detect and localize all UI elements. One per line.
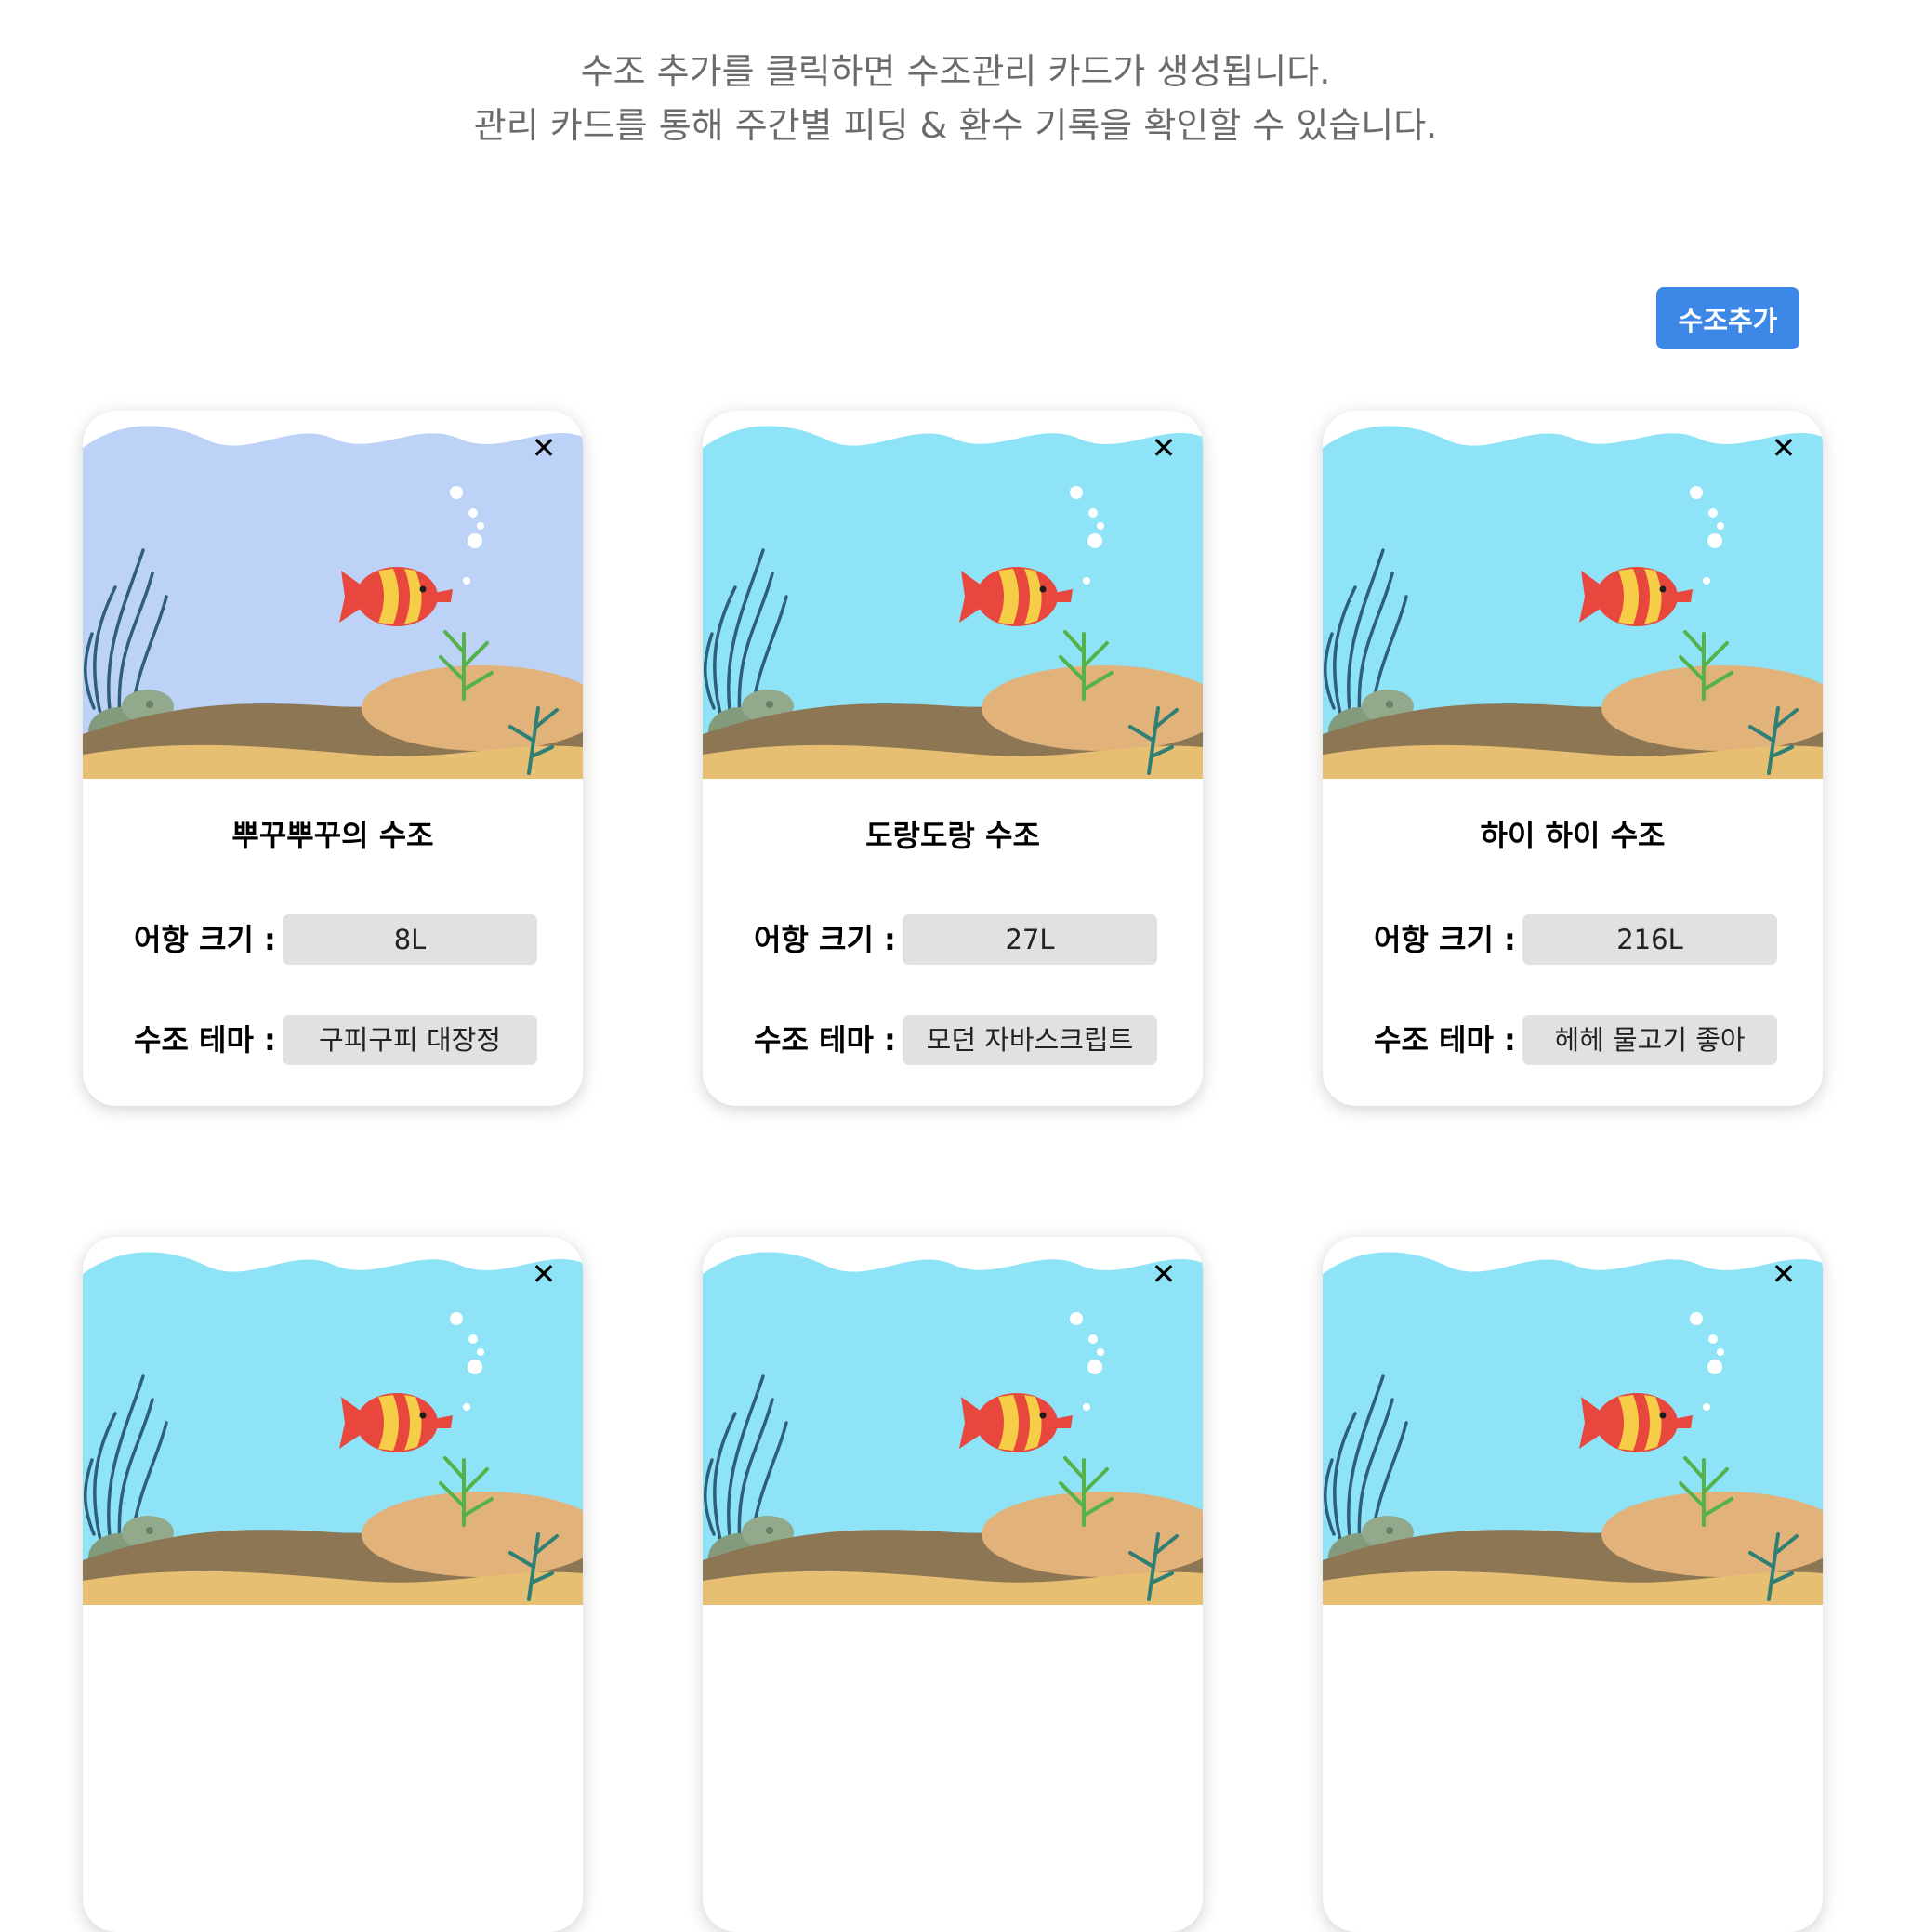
add-aquarium-button[interactable]: 수조추가 [1656,287,1799,349]
aquarium-card: ✕ 하이 하이 수조 어항 크기 : 216L 수조 테마 : 헤헤 물고기 좋… [1323,411,1823,1106]
aquarium-image [703,1237,1203,1605]
intro-line-2: 관리 카드를 통해 주간별 피딩 & 환수 기록을 확인할 수 있습니다. [473,105,1438,146]
aquarium-image [1323,411,1823,779]
aquarium-image [83,411,583,779]
close-icon[interactable]: ✕ [1145,429,1182,467]
card-title: 뿌꾸뿌꾸의 수조 [231,818,434,853]
theme-value: 구피구피 대장정 [283,1015,537,1065]
size-value: 216L [1522,914,1777,965]
size-label: 어항 크기 : [1374,922,1516,957]
size-label: 어항 크기 : [134,922,276,957]
intro-text: 수조 추가를 클릭하면 수조관리 카드가 생성됩니다. 관리 카드를 통해 주간… [0,45,1911,152]
aquarium-card: ✕ [1323,1237,1823,1932]
theme-value: 모던 자바스크립트 [903,1015,1157,1065]
aquarium-image [1323,1237,1823,1605]
theme-label: 수조 테마 : [1374,1022,1516,1058]
theme-label: 수조 테마 : [134,1022,276,1058]
size-value: 27L [903,914,1157,965]
close-icon[interactable]: ✕ [525,1255,562,1293]
aquarium-card: ✕ [703,1237,1203,1932]
aquarium-card: ✕ 도랑도랑 수조 어항 크기 : 27L 수조 테마 : 모던 자바스크립트 [703,411,1203,1106]
close-icon[interactable]: ✕ [525,429,562,467]
aquarium-image [83,1237,583,1605]
theme-value: 헤헤 물고기 좋아 [1522,1015,1777,1065]
aquarium-card: ✕ 뿌꾸뿌꾸의 수조 어항 크기 : 8L 수조 테마 : 구피구피 대장정 [83,411,583,1106]
intro-line-1: 수조 추가를 클릭하면 수조관리 카드가 생성됩니다. [580,51,1331,92]
aquarium-card: ✕ [83,1237,583,1932]
close-icon[interactable]: ✕ [1145,1255,1182,1293]
theme-label: 수조 테마 : [754,1022,896,1058]
size-label: 어항 크기 : [754,922,896,957]
close-icon[interactable]: ✕ [1765,1255,1802,1293]
size-value: 8L [283,914,537,965]
close-icon[interactable]: ✕ [1765,429,1802,467]
aquarium-image [703,411,1203,779]
card-title: 하이 하이 수조 [1480,818,1666,853]
card-title: 도랑도랑 수조 [865,818,1040,853]
